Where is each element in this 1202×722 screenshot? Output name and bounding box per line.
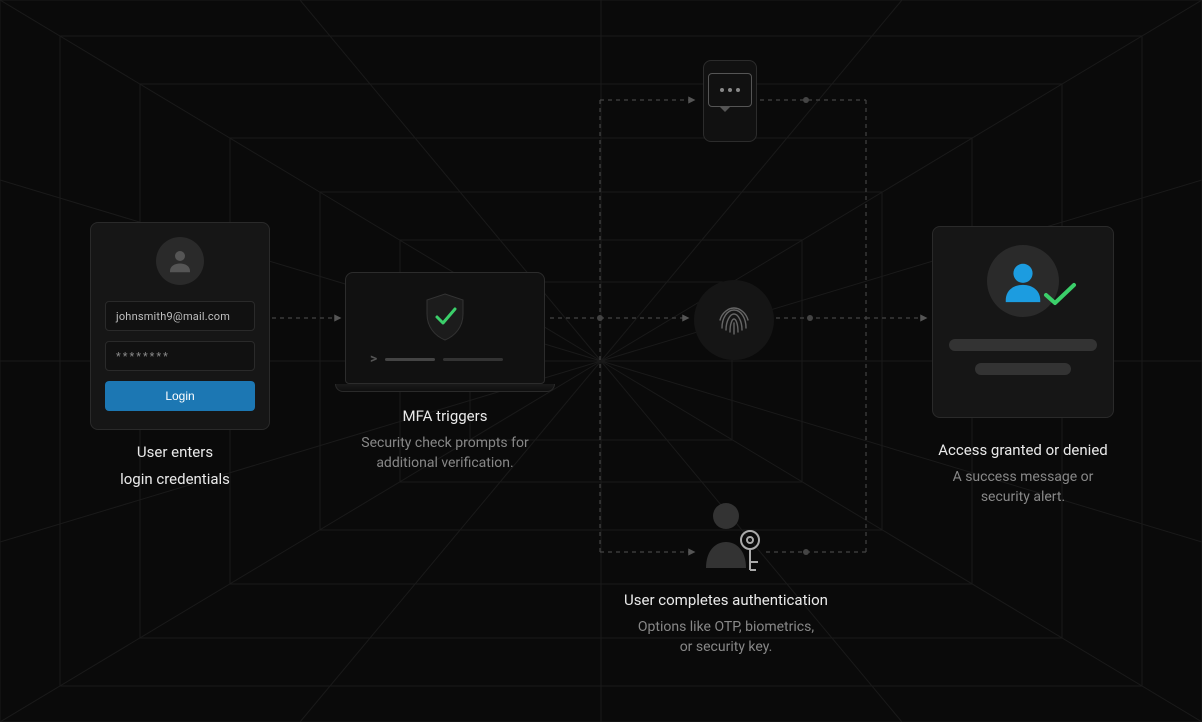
fingerprint-icon: [694, 280, 774, 360]
flow-diagram: johnsmith9@mail.com ******** Login User …: [0, 0, 1202, 722]
mfa-title: MFA triggers: [330, 406, 560, 427]
result-placeholder-line-short: [975, 363, 1071, 375]
user-avatar-icon: [156, 237, 204, 285]
check-icon: [1043, 281, 1077, 311]
laptop-screen: >: [345, 272, 545, 384]
flow-node-dot: [803, 97, 809, 103]
password-mask: ********: [116, 350, 170, 363]
flow-node-dot: [803, 549, 809, 555]
terminal-prompt-icon: >: [370, 354, 520, 364]
mfa-caption: MFA triggers Security check prompts for …: [330, 406, 560, 474]
login-caption: User enters login credentials: [90, 442, 260, 496]
login-card: johnsmith9@mail.com ******** Login: [90, 222, 270, 430]
login-caption-line1: User enters: [90, 442, 260, 463]
login-caption-line2: login credentials: [90, 469, 260, 490]
laptop-base: [335, 384, 555, 392]
login-button[interactable]: Login: [105, 381, 255, 411]
otp-message-icon: [708, 73, 752, 107]
mfa-laptop: >: [345, 272, 545, 392]
shield-check-icon: [423, 292, 467, 342]
flow-node-dot: [597, 315, 603, 321]
mfa-desc-line1: Security check prompts for: [330, 433, 560, 453]
auth-desc-line2: or security key.: [566, 637, 886, 657]
email-field[interactable]: johnsmith9@mail.com: [105, 301, 255, 331]
auth-desc-line1: Options like OTP, biometrics,: [566, 617, 886, 637]
result-caption: Access granted or denied A success messa…: [910, 440, 1136, 508]
auth-title: User completes authentication: [566, 590, 886, 611]
email-value: johnsmith9@mail.com: [116, 310, 230, 323]
otp-phone-icon: [703, 60, 757, 142]
result-desc-line1: A success message or: [910, 467, 1136, 487]
result-desc-line2: security alert.: [910, 487, 1136, 507]
security-key-icon: [700, 498, 764, 576]
login-button-label: Login: [165, 389, 194, 403]
password-field[interactable]: ********: [105, 341, 255, 371]
result-title: Access granted or denied: [910, 440, 1136, 461]
mfa-desc-line2: additional verification.: [330, 453, 560, 473]
result-placeholder-line: [949, 339, 1097, 351]
flow-node-dot: [807, 315, 813, 321]
verified-user-icon: [987, 245, 1059, 317]
result-card: [932, 226, 1114, 418]
auth-caption: User completes authentication Options li…: [566, 590, 886, 658]
